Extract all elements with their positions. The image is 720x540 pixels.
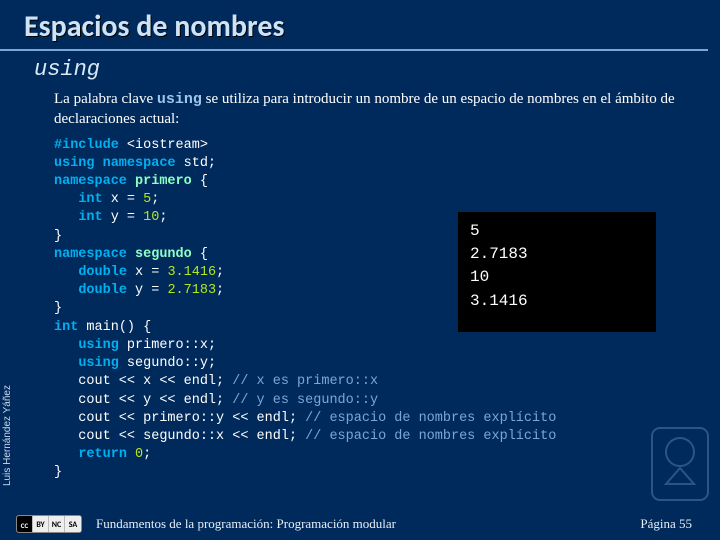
slide-subtitle: using	[0, 51, 720, 88]
code-token: // y es segundo::y	[232, 393, 378, 408]
code-token: {	[192, 174, 208, 189]
code-token: #include	[54, 138, 119, 153]
page-number: Página 55	[640, 516, 692, 532]
code-token: cout << y << endl;	[54, 393, 232, 408]
code-token: }	[54, 465, 62, 480]
code-token: 0	[135, 447, 143, 462]
code-token: using	[78, 356, 119, 371]
code-token: y =	[127, 283, 168, 298]
code-token: segundo	[127, 247, 192, 262]
code-token	[54, 283, 78, 298]
code-token: ;	[216, 283, 224, 298]
code-token	[54, 338, 78, 353]
code-token: return	[78, 447, 127, 462]
code-token: x =	[127, 265, 168, 280]
code-token: 10	[143, 210, 159, 225]
code-token: main() {	[78, 320, 151, 335]
code-token: primero::x;	[119, 338, 216, 353]
footer-text: Fundamentos de la programación: Programa…	[82, 516, 640, 532]
code-token: // espacio de nombres explícito	[305, 429, 556, 444]
description: La palabra clave using se utiliza para i…	[0, 88, 720, 137]
code-token: <iostream>	[119, 138, 208, 153]
code-token: double	[78, 283, 127, 298]
code-token: using	[78, 338, 119, 353]
program-output: 5 2.7183 10 3.1416	[458, 212, 656, 332]
institution-seal-icon	[648, 424, 712, 504]
code-token: {	[192, 247, 208, 262]
code-token: cout << x << endl;	[54, 374, 232, 389]
code-token: namespace	[54, 247, 127, 262]
code-token	[54, 356, 78, 371]
code-token	[54, 210, 78, 225]
code-token: }	[54, 229, 62, 244]
code-token: std;	[176, 156, 217, 171]
code-token: ;	[216, 265, 224, 280]
code-token: }	[54, 301, 62, 316]
code-token: segundo::y;	[119, 356, 216, 371]
code-token: double	[78, 265, 127, 280]
cc-part: CC	[17, 516, 33, 533]
author-vertical: Luis Hernández Yáñez	[2, 316, 16, 486]
cc-part: NC	[49, 516, 65, 533]
code-token: // espacio de nombres explícito	[305, 411, 556, 426]
code-token	[127, 447, 135, 462]
footer: CC BY NC SA Fundamentos de la programaci…	[0, 508, 720, 540]
code-token	[54, 447, 78, 462]
code-token: 3.1416	[167, 265, 216, 280]
cc-part: BY	[33, 516, 49, 533]
desc-pre: La palabra clave	[54, 91, 157, 107]
code-token: using namespace	[54, 156, 176, 171]
code-token: // x es primero::x	[232, 374, 378, 389]
code-token: cout << primero::y << endl;	[54, 411, 305, 426]
code-token: primero	[127, 174, 192, 189]
code-token: cout << segundo::x << endl;	[54, 429, 305, 444]
code-token: int	[78, 192, 102, 207]
code-token: x =	[103, 192, 144, 207]
code-token: ;	[159, 210, 167, 225]
code-token	[54, 192, 78, 207]
code-token	[54, 265, 78, 280]
cc-part: SA	[65, 516, 81, 533]
code-token: int	[54, 320, 78, 335]
slide-title: Espacios de nombres	[0, 0, 708, 51]
cc-license-icon: CC BY NC SA	[16, 515, 82, 533]
code-token: y =	[103, 210, 144, 225]
code-token: ;	[143, 447, 151, 462]
code-token: 2.7183	[167, 283, 216, 298]
code-token: ;	[151, 192, 159, 207]
code-token: int	[78, 210, 102, 225]
code-token: namespace	[54, 174, 127, 189]
desc-keyword: using	[157, 91, 202, 108]
